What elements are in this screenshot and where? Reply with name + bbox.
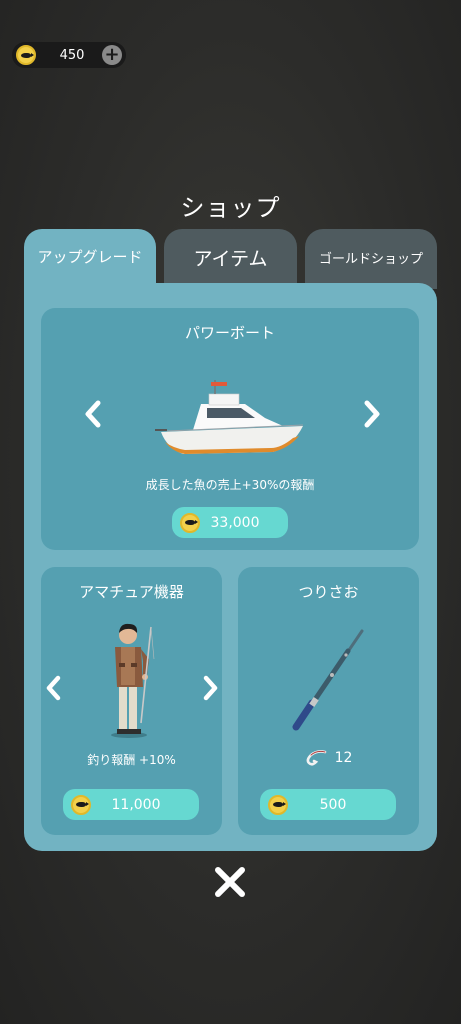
coin-icon	[71, 794, 91, 815]
rod-buy-button[interactable]: 500	[260, 789, 396, 820]
plus-icon: +	[104, 44, 120, 65]
hook-count-row: 12	[238, 749, 419, 767]
boat-card: パワーボート 成長した魚の売上+30%の報酬 33,000	[41, 308, 419, 550]
equipment-next-arrow[interactable]	[201, 675, 219, 707]
boat-price: 33,000	[210, 514, 260, 531]
shop-title: ショップ	[180, 194, 281, 222]
coin-icon	[16, 45, 36, 65]
fishing-rod-image	[292, 629, 364, 731]
tab-upgrade[interactable]: アップグレード	[24, 229, 156, 289]
currency-amount: 450	[59, 47, 85, 63]
upgrade-panel: パワーボート 成長した魚の売上+30%の報酬 33,000 アマチュア機器 釣り…	[24, 283, 437, 851]
hook-icon	[306, 750, 326, 766]
equipment-buy-button[interactable]: 11,000	[63, 789, 199, 820]
equipment-prev-arrow[interactable]	[45, 675, 63, 707]
equipment-card: アマチュア機器 釣り報酬 +10% 11,000	[41, 567, 222, 835]
boat-description: 成長した魚の売上+30%の報酬	[145, 478, 315, 492]
rod-title: つりさお	[298, 583, 359, 601]
boat-title: パワーボート	[184, 324, 275, 342]
tab-gold-shop[interactable]: ゴールドショップ	[305, 229, 437, 289]
boat-next-arrow[interactable]	[362, 400, 382, 434]
close-button[interactable]	[212, 864, 248, 900]
boat-prev-arrow[interactable]	[83, 400, 103, 434]
powerboat-image	[155, 380, 304, 454]
rod-card: つりさお 12 500	[238, 567, 419, 835]
coin-icon	[268, 794, 288, 815]
coin-icon	[180, 512, 200, 533]
equipment-description: 釣り報酬 +10%	[87, 753, 176, 767]
tab-item[interactable]: アイテム	[164, 229, 297, 289]
currency-bar: 450 +	[12, 42, 126, 68]
equipment-title: アマチュア機器	[79, 583, 184, 601]
close-icon	[215, 867, 245, 897]
rod-price: 500	[319, 796, 347, 813]
equipment-price: 11,000	[111, 796, 161, 813]
fisherman-image	[111, 623, 155, 738]
add-currency-button[interactable]: +	[102, 45, 122, 65]
hook-count: 12	[334, 750, 353, 766]
boat-buy-button[interactable]: 33,000	[172, 507, 288, 538]
